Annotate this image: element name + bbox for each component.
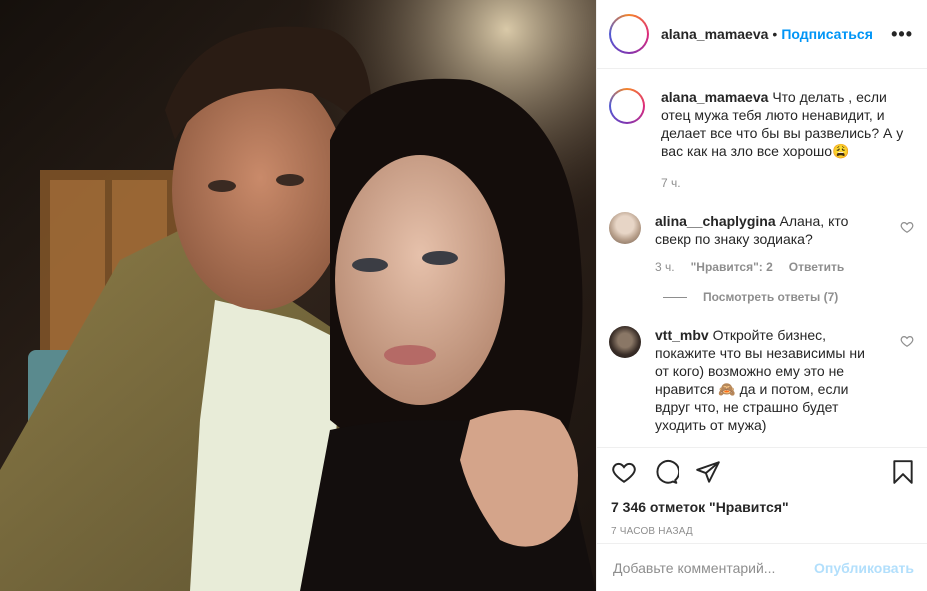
comment-likes[interactable]: "Нравится": 2 bbox=[691, 260, 773, 274]
action-icons bbox=[611, 458, 916, 486]
add-comment-bar: Опубликовать bbox=[597, 543, 927, 591]
comment-item: vtt_mbv Откройте бизнес, покажите что вы… bbox=[609, 326, 914, 434]
author-info: alana_mamaeva • Подписаться bbox=[661, 26, 873, 42]
more-options-icon[interactable]: ••• bbox=[891, 24, 913, 45]
replies-divider bbox=[663, 296, 687, 298]
comment-body: alina__chaplygina Алана, кто свекр по зн… bbox=[655, 212, 900, 274]
bookmark-icon[interactable] bbox=[890, 459, 916, 485]
commenter-avatar[interactable] bbox=[609, 212, 641, 244]
post-header: alana_mamaeva • Подписаться ••• bbox=[597, 0, 927, 69]
caption-time[interactable]: 7 ч. bbox=[661, 176, 681, 190]
follow-button[interactable]: Подписаться bbox=[781, 26, 873, 42]
post-side-panel: alana_mamaeva • Подписаться ••• alana_ma… bbox=[596, 0, 927, 591]
caption: alana_mamaeva Что делать , если отец муж… bbox=[609, 88, 914, 190]
caption-avatar[interactable] bbox=[609, 88, 645, 124]
comment-like-icon[interactable] bbox=[900, 220, 914, 234]
post-actions: 7 346 отметок "Нравится" 7 часов назад bbox=[597, 447, 927, 537]
comment-author[interactable]: vtt_mbv bbox=[655, 327, 709, 343]
commenter-avatar[interactable] bbox=[609, 326, 641, 358]
comment-item: alina__chaplygina Алана, кто свекр по зн… bbox=[609, 212, 914, 274]
comment-body: vtt_mbv Откройте бизнес, покажите что вы… bbox=[655, 326, 900, 434]
author-avatar[interactable] bbox=[609, 14, 649, 54]
post-photo[interactable] bbox=[0, 0, 596, 591]
photo-illustration bbox=[0, 0, 596, 591]
likes-count[interactable]: 7 346 отметок "Нравится" bbox=[611, 499, 916, 515]
like-heart-icon[interactable] bbox=[611, 459, 637, 485]
comment-bubble-icon[interactable] bbox=[653, 459, 679, 485]
view-replies-label: Посмотреть ответы (7) bbox=[703, 290, 839, 304]
comment-input[interactable] bbox=[613, 559, 815, 576]
comments-list[interactable]: alana_mamaeva Что делать , если отец муж… bbox=[597, 70, 927, 446]
comment-author[interactable]: alina__chaplygina bbox=[655, 213, 776, 229]
publish-button[interactable]: Опубликовать bbox=[814, 560, 914, 576]
caption-body: alana_mamaeva Что делать , если отец муж… bbox=[661, 88, 914, 190]
share-send-icon[interactable] bbox=[695, 459, 721, 485]
comment-time[interactable]: 3 ч. bbox=[655, 260, 675, 274]
author-username[interactable]: alana_mamaeva bbox=[661, 26, 768, 42]
caption-author[interactable]: alana_mamaeva bbox=[661, 89, 768, 105]
instagram-post-view: alana_mamaeva • Подписаться ••• alana_ma… bbox=[0, 0, 927, 591]
posted-time[interactable]: 7 часов назад bbox=[611, 526, 916, 537]
reply-button[interactable]: Ответить bbox=[789, 260, 844, 274]
separator-dot: • bbox=[772, 26, 778, 42]
comment-like-icon[interactable] bbox=[900, 334, 914, 348]
view-replies-button[interactable]: Посмотреть ответы (7) bbox=[663, 290, 914, 304]
